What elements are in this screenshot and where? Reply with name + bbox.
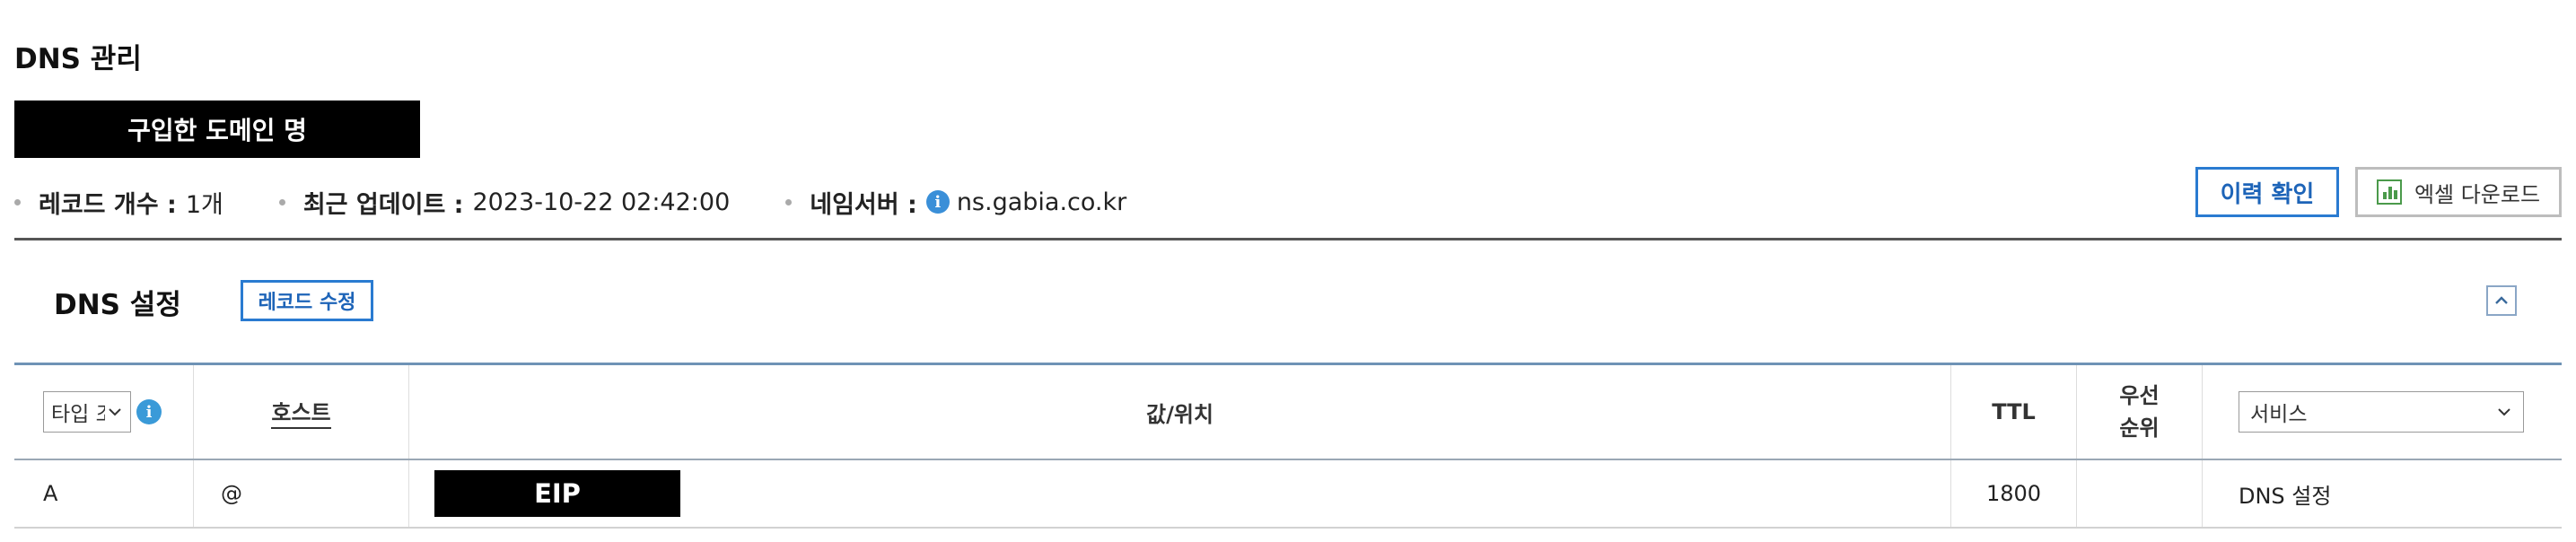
header-divider bbox=[14, 238, 2562, 240]
summary-row: 레코드 개수 : 1개 최근 업데이트 : 2023-10-22 02:42:0… bbox=[14, 179, 1182, 224]
bullet-icon bbox=[278, 198, 285, 205]
header-type: 타입 조 i bbox=[14, 365, 194, 459]
info-icon[interactable]: i bbox=[136, 399, 162, 424]
header-value: 값/위치 bbox=[409, 365, 1951, 459]
header-value-label: 값/위치 bbox=[1145, 401, 1214, 427]
table-row: A @ EIP 1800 DNS 설정 bbox=[14, 460, 2562, 529]
spreadsheet-chart-icon bbox=[2376, 179, 2402, 205]
masked-value-label: EIP bbox=[534, 478, 581, 509]
record-count-value: 1개 bbox=[185, 190, 223, 219]
edit-record-button[interactable]: 레코드 수정 bbox=[241, 280, 373, 321]
edit-record-label: 레코드 수정 bbox=[258, 292, 356, 314]
last-update-value: 2023-10-22 02:42:00 bbox=[472, 188, 731, 216]
bullet-icon bbox=[785, 198, 793, 205]
record-count-label: 레코드 개수 : bbox=[39, 190, 177, 219]
chevron-down-icon bbox=[109, 408, 121, 416]
service-filter-value: 서비스 bbox=[2250, 403, 2308, 426]
section-title: DNS 설정 bbox=[54, 289, 181, 321]
table-header-row: 타입 조 i 호스트 값/위치 TTL 우선 순위 서비스 bbox=[14, 365, 2562, 460]
record-count-item: 레코드 개수 : 1개 bbox=[14, 185, 223, 220]
header-host[interactable]: 호스트 bbox=[194, 365, 409, 459]
header-service: 서비스 bbox=[2203, 365, 2562, 459]
type-filter-select[interactable]: 타입 조 bbox=[43, 391, 131, 433]
collapse-button[interactable] bbox=[2486, 285, 2517, 316]
row-service: DNS 설정 bbox=[2239, 483, 2332, 509]
history-button-label: 이력 확인 bbox=[2220, 180, 2315, 208]
header-ttl: TTL bbox=[1951, 365, 2077, 459]
last-update-item: 최근 업데이트 : 2023-10-22 02:42:00 bbox=[278, 185, 731, 220]
header-host-label: 호스트 bbox=[271, 395, 331, 429]
domain-name-label: 구입한 도메인 명 bbox=[127, 116, 307, 145]
bullet-icon bbox=[14, 198, 21, 205]
header-priority-line2: 순위 bbox=[2119, 415, 2160, 441]
info-icon[interactable]: i bbox=[925, 190, 950, 214]
domain-name-bar: 구입한 도메인 명 bbox=[14, 101, 420, 158]
excel-download-button[interactable]: 엑셀 다운로드 bbox=[2355, 167, 2562, 217]
chevron-up-icon bbox=[2495, 296, 2508, 304]
header-priority: 우선 순위 bbox=[2077, 365, 2203, 459]
row-value: EIP bbox=[409, 460, 1951, 527]
service-filter-select[interactable]: 서비스 bbox=[2239, 391, 2524, 433]
header-ttl-label: TTL bbox=[1992, 399, 2036, 424]
header-priority-line1: 우선 bbox=[2119, 383, 2160, 408]
page-title: DNS 관리 bbox=[14, 43, 142, 75]
row-host: @ bbox=[194, 460, 409, 527]
row-priority bbox=[2077, 460, 2203, 527]
row-ttl: 1800 bbox=[1951, 460, 2077, 527]
masked-value: EIP bbox=[434, 470, 680, 517]
nameserver-item: 네임서버 : i ns.gabia.co.kr bbox=[785, 185, 1126, 220]
dns-record-table: 타입 조 i 호스트 값/위치 TTL 우선 순위 서비스 bbox=[14, 365, 2562, 529]
nameserver-value: ns.gabia.co.kr bbox=[956, 188, 1127, 216]
type-filter-value: 타입 조 bbox=[51, 403, 105, 426]
nameserver-label: 네임서버 : bbox=[810, 190, 917, 219]
excel-download-label: 엑셀 다운로드 bbox=[2414, 181, 2541, 207]
history-button[interactable]: 이력 확인 bbox=[2195, 167, 2339, 217]
chevron-down-icon bbox=[2498, 408, 2510, 416]
row-type: A bbox=[14, 460, 194, 527]
last-update-label: 최근 업데이트 : bbox=[302, 190, 464, 219]
